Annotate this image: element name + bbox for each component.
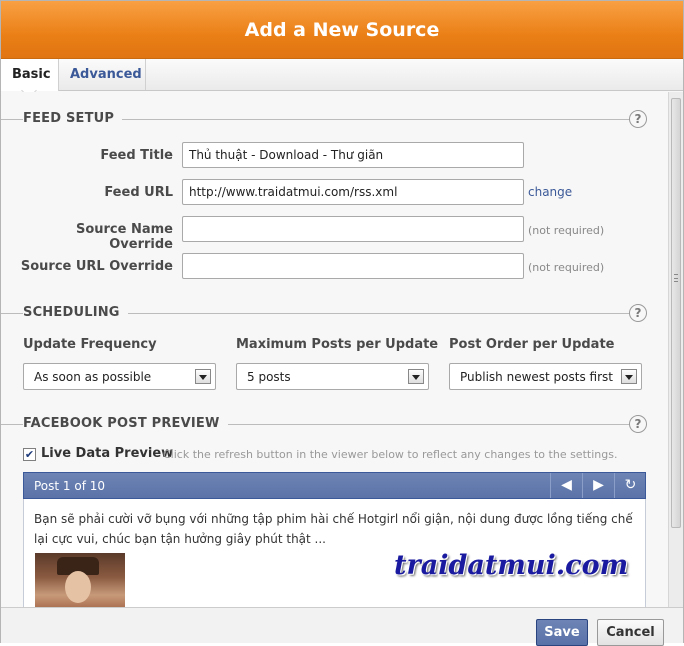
next-post-button[interactable]: ▶: [582, 473, 614, 498]
feed-title-input[interactable]: Thủ thuật - Download - Thư giãn: [182, 142, 524, 168]
tab-basic[interactable]: Basic: [1, 59, 59, 91]
source-name-label: Source Name Override: [75, 222, 173, 252]
update-frequency-label: Update Frequency: [23, 337, 157, 352]
help-icon[interactable]: ?: [629, 110, 647, 128]
live-preview-checkbox[interactable]: ✔: [23, 448, 36, 461]
triangle-right-icon: ▶: [593, 477, 604, 493]
tab-bar: Basic Advanced: [1, 59, 683, 91]
post-counter: Post 1 of 10: [34, 479, 106, 493]
max-posts-value: 5 posts: [247, 370, 291, 384]
triangle-left-icon: ◀: [561, 477, 572, 493]
scrollbar-thumb[interactable]: [671, 98, 681, 528]
not-required-note: (not required): [528, 261, 605, 274]
feed-setup-title: FEED SETUP: [23, 111, 123, 126]
save-button[interactable]: Save: [536, 619, 588, 646]
scrollbar-grip: [674, 274, 678, 282]
refresh-button[interactable]: ↻: [614, 473, 646, 498]
not-required-note: (not required): [528, 224, 605, 237]
help-icon[interactable]: ?: [629, 304, 647, 322]
chevron-down-icon[interactable]: [195, 369, 211, 384]
change-url-link[interactable]: change: [528, 185, 572, 199]
source-name-input[interactable]: [182, 216, 524, 242]
chevron-down-icon[interactable]: [621, 369, 637, 384]
post-order-value: Publish newest posts first: [460, 370, 613, 384]
post-thumbnail: [35, 553, 125, 607]
update-frequency-value: As soon as possible: [34, 370, 152, 384]
tab-advanced[interactable]: Advanced: [59, 59, 146, 90]
post-order-select[interactable]: Publish newest posts first: [449, 363, 642, 390]
watermark-logo: traidatmui.com: [394, 550, 629, 581]
dialog-content: FEED SETUP ? Feed Title Thủ thuật - Down…: [1, 92, 668, 607]
preview-header: FACEBOOK POST PREVIEW ?: [1, 415, 647, 434]
source-url-input[interactable]: [182, 253, 524, 279]
feed-setup-header: FEED SETUP ?: [1, 110, 647, 129]
live-preview-hint: Click the refresh button in the viewer b…: [163, 448, 618, 461]
help-icon[interactable]: ?: [629, 415, 647, 433]
feed-title-label: Feed Title: [100, 148, 173, 163]
thumbnail-face: [65, 571, 91, 603]
vertical-scrollbar[interactable]: [668, 92, 683, 607]
preview-title: FACEBOOK POST PREVIEW: [23, 416, 228, 431]
post-order-label: Post Order per Update: [449, 337, 615, 352]
add-source-dialog: Add a New Source Basic Advanced FEED SET…: [0, 0, 684, 646]
live-preview-label[interactable]: Live Data Preview: [41, 446, 173, 461]
refresh-icon: ↻: [624, 477, 637, 493]
update-frequency-select[interactable]: As soon as possible: [23, 363, 216, 390]
max-posts-label: Maximum Posts per Update: [236, 337, 439, 352]
max-posts-select[interactable]: 5 posts: [236, 363, 429, 390]
cancel-button[interactable]: Cancel: [597, 619, 664, 646]
post-text: Bạn sẽ phải cười vỡ bụng với những tập p…: [34, 512, 633, 546]
preview-viewer-bar: Post 1 of 10 ◀ ▶ ↻: [23, 472, 646, 499]
scheduling-header: SCHEDULING ?: [1, 304, 647, 323]
dialog-title: Add a New Source: [1, 1, 683, 59]
scheduling-title: SCHEDULING: [23, 305, 128, 320]
feed-url-label: Feed URL: [104, 185, 173, 200]
dialog-footer: Save Cancel: [1, 607, 683, 646]
prev-post-button[interactable]: ◀: [550, 473, 582, 498]
source-url-label: Source URL Override: [20, 259, 173, 274]
chevron-down-icon[interactable]: [408, 369, 424, 384]
feed-url-input[interactable]: http://www.traidatmui.com/rss.xml: [182, 179, 524, 205]
